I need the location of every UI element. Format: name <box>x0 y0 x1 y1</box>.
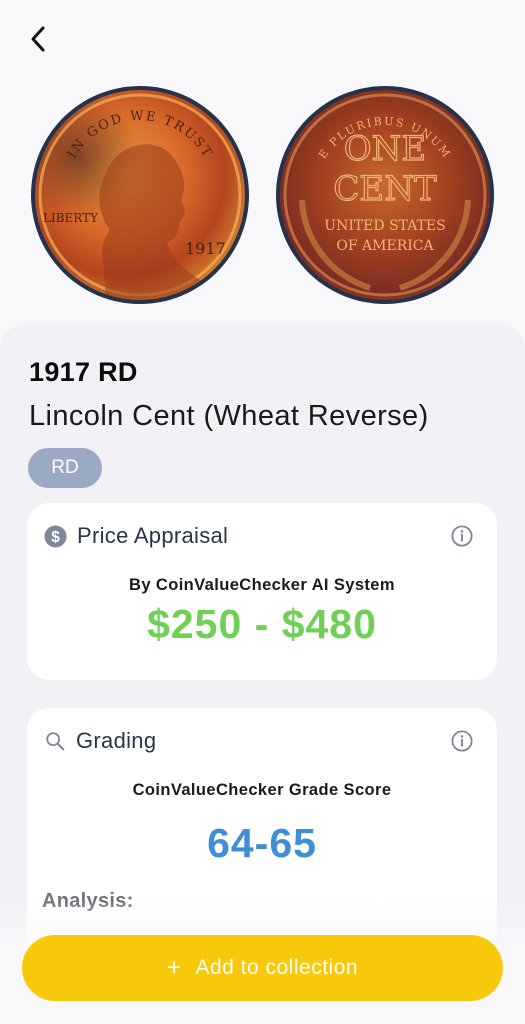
coin-year-label: 1917 RD <box>29 357 138 387</box>
svg-text:1917: 1917 <box>185 239 226 258</box>
chevron-left-icon <box>31 26 45 52</box>
svg-text:CENT: CENT <box>333 169 437 209</box>
coin-images: IN GOD WE TRUST LIBERTY 1917 E PLURIBUS … <box>0 86 525 310</box>
grading-info-button[interactable] <box>451 730 473 752</box>
grade-score-subtitle: CoinValueChecker Grade Score <box>132 781 392 799</box>
coin-reverse-image[interactable]: E PLURIBUS UNUM ONE CENT UNITED STATES O… <box>276 86 494 304</box>
price-appraisal-card: $ Price Appraisal By CoinValueChecker AI… <box>27 503 497 680</box>
price-appraisal-header: $ Price Appraisal <box>44 523 228 549</box>
price-range-value: $250 - $480 <box>147 601 377 647</box>
price-appraisal-title: Price Appraisal <box>77 523 229 548</box>
svg-text:UNITED STATES: UNITED STATES <box>324 218 445 234</box>
svg-text:OF AMERICA: OF AMERICA <box>336 238 434 254</box>
coin-detail-screen: IN GOD WE TRUST LIBERTY 1917 E PLURIBUS … <box>0 0 525 1024</box>
back-button[interactable] <box>22 22 54 56</box>
grade-score-value: 64-65 <box>207 820 317 866</box>
dollar-circle-icon: $ <box>44 524 67 548</box>
coin-obverse-image[interactable]: IN GOD WE TRUST LIBERTY 1917 <box>31 86 249 304</box>
grade-badge: RD <box>28 448 102 488</box>
search-icon <box>46 732 65 751</box>
grading-header: Grading <box>44 728 156 754</box>
plus-icon: + <box>166 954 182 981</box>
add-to-collection-label: Add to collection <box>195 956 359 979</box>
grading-title: Grading <box>76 728 157 753</box>
info-icon <box>451 525 473 547</box>
svg-text:ONE: ONE <box>344 129 426 169</box>
coin-name: Lincoln Cent (Wheat Reverse) <box>29 400 429 432</box>
info-icon <box>451 730 473 752</box>
svg-text:$: $ <box>51 528 60 545</box>
svg-text:LIBERTY: LIBERTY <box>43 211 99 225</box>
price-appraisal-subtitle: By CoinValueChecker AI System <box>129 576 395 594</box>
price-info-button[interactable] <box>451 525 473 547</box>
add-to-collection-button[interactable]: + Add to collection <box>22 935 503 1001</box>
